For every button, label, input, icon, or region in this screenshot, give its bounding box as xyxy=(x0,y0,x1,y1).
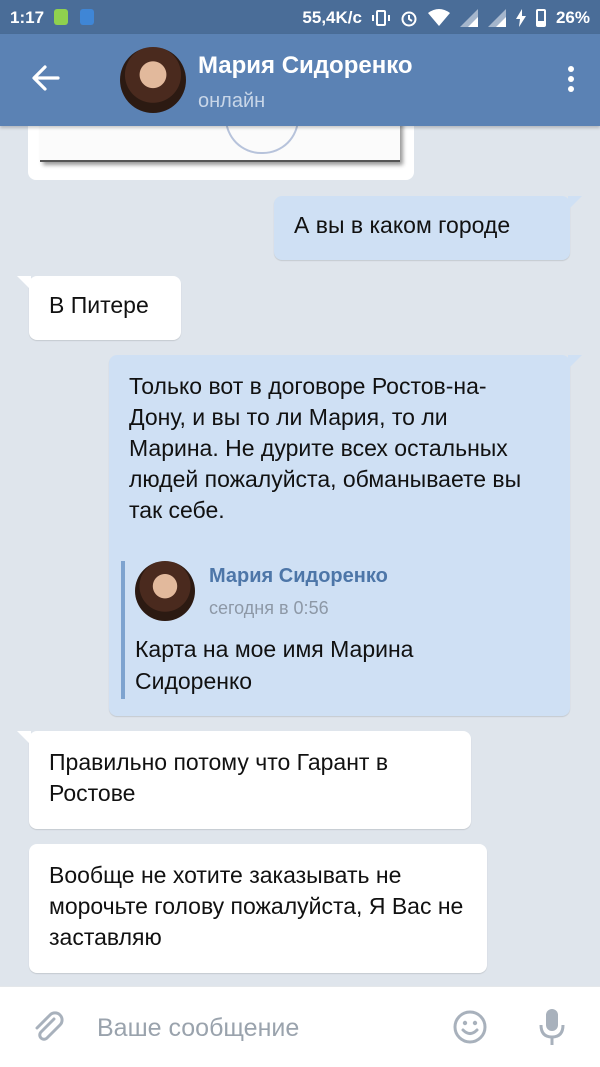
message-text: Только вот в договоре Ростов-на-Дону, и … xyxy=(129,373,522,523)
contact-avatar[interactable] xyxy=(120,47,186,113)
forwarded-text: Карта на мое имя Марина Сидоренко xyxy=(135,636,414,694)
emoji-icon[interactable] xyxy=(452,1009,488,1045)
network-speed: 55,4K/c xyxy=(302,8,362,27)
message-text: Вообще не хотите заказывать не морочьте … xyxy=(49,862,464,950)
contact-name[interactable]: Мария Сидоренко xyxy=(198,52,413,80)
message-bubble-outgoing[interactable]: А вы в каком городе xyxy=(274,196,582,260)
message-text: А вы в каком городе xyxy=(294,212,511,238)
chat-header: Мария Сидоренко онлайн xyxy=(0,34,600,126)
back-arrow-icon[interactable] xyxy=(28,60,64,96)
forwarded-time: сегодня в 0:56 xyxy=(209,598,329,618)
message-bubble-outgoing[interactable]: Только вот в договоре Ростов-на-Дону, и … xyxy=(109,355,582,716)
android-notification-icon xyxy=(54,9,68,25)
message-input[interactable] xyxy=(95,1009,439,1047)
status-right: 55,4K/c 26% xyxy=(302,8,590,28)
wifi-icon xyxy=(427,9,450,26)
message-text: Правильно потому что Гарант в Ростове xyxy=(49,749,389,806)
composer-bar xyxy=(0,986,600,1067)
contact-status: онлайн xyxy=(198,90,266,112)
signal-icon xyxy=(459,9,478,27)
battery-percent: 26% xyxy=(555,8,590,27)
message-bubble-incoming[interactable]: В Питере xyxy=(17,276,181,340)
forwarded-author[interactable]: Мария Сидоренко xyxy=(209,564,388,588)
message-bubble-incoming[interactable]: Вообще не хотите заказывать не морочьте … xyxy=(29,844,487,973)
more-menu-icon[interactable] xyxy=(566,66,576,96)
status-bar: 1:17 55,4K/c 26% xyxy=(0,0,600,34)
message-bubble-incoming[interactable]: Правильно потому что Гарант в Ростове xyxy=(17,731,471,829)
cloud-notification-icon xyxy=(80,9,94,25)
vibrate-icon xyxy=(371,10,390,26)
status-time: 1:17 xyxy=(10,8,45,27)
attach-icon[interactable] xyxy=(30,1009,66,1045)
forwarded-bar xyxy=(121,561,125,699)
message-text: В Питере xyxy=(49,292,149,318)
charging-icon xyxy=(515,9,526,27)
forwarded-avatar[interactable] xyxy=(135,561,195,621)
microphone-icon[interactable] xyxy=(538,1007,566,1047)
battery-icon xyxy=(535,9,546,27)
signal-icon-2 xyxy=(487,9,506,27)
alarm-icon xyxy=(401,11,417,27)
